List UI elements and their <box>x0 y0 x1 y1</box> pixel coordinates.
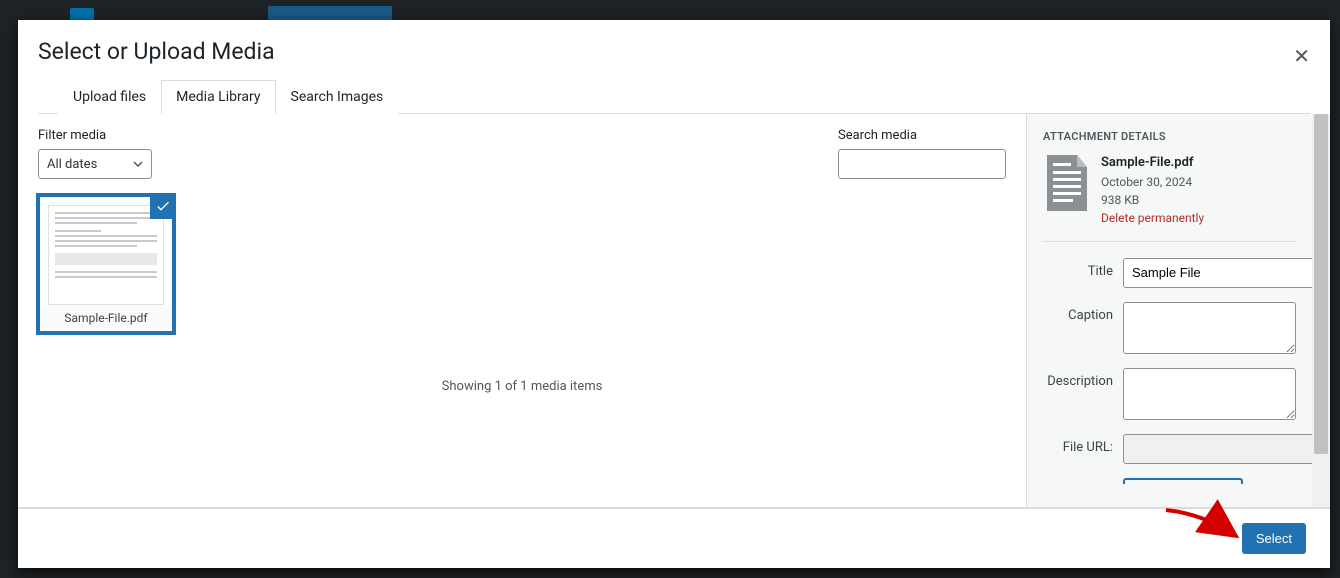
selected-check[interactable] <box>150 193 176 219</box>
scrollbar-thumb[interactable] <box>1314 114 1328 454</box>
input-description[interactable] <box>1123 368 1296 420</box>
search-input[interactable] <box>838 149 1006 179</box>
filters-row: Filter media All dates Search media <box>18 114 1026 179</box>
modal-title: Select or Upload Media <box>38 38 1310 65</box>
filter-media-col: Filter media All dates <box>38 128 152 179</box>
attachment-size: 938 KB <box>1101 191 1204 209</box>
label-caption: Caption <box>1043 302 1113 323</box>
media-item-filename: Sample-File.pdf <box>40 305 172 331</box>
attachment-meta: Sample-File.pdf October 30, 2024 938 KB … <box>1101 153 1204 227</box>
check-icon <box>155 198 171 214</box>
media-modal: Select or Upload Media ✕ Upload files Me… <box>18 20 1330 568</box>
date-filter-select[interactable]: All dates <box>38 149 152 179</box>
select-button[interactable]: Select <box>1242 523 1306 554</box>
tab-upload-files[interactable]: Upload files <box>58 80 161 114</box>
label-title: Title <box>1043 258 1113 279</box>
media-grid: Sample-File.pdf <box>18 179 1026 349</box>
close-button[interactable]: ✕ <box>1293 44 1310 69</box>
input-title[interactable] <box>1123 258 1312 288</box>
tab-media-library[interactable]: Media Library <box>161 80 275 114</box>
row-title: Title <box>1043 258 1296 288</box>
filter-media-label: Filter media <box>38 128 152 143</box>
results-count: Showing 1 of 1 media items <box>18 379 1026 394</box>
modal-body: Filter media All dates Search media <box>18 114 1330 508</box>
annotation-arrow <box>1164 506 1244 550</box>
input-fileurl[interactable] <box>1123 434 1312 464</box>
document-icon <box>1043 153 1091 213</box>
attachment-date: October 30, 2024 <box>1101 173 1204 191</box>
tab-search-images[interactable]: Search Images <box>276 80 399 114</box>
row-fileurl: File URL: <box>1043 434 1296 464</box>
scrollbar-track[interactable] <box>1312 114 1330 507</box>
modal-header: Select or Upload Media ✕ Upload files Me… <box>18 20 1330 114</box>
chevron-down-icon <box>133 159 143 169</box>
delete-permanently-link[interactable]: Delete permanently <box>1101 209 1204 227</box>
attachment-summary: Sample-File.pdf October 30, 2024 938 KB … <box>1043 153 1296 242</box>
attachment-details-sidebar: ATTACHMENT DETAILS Sample-File.pdf Octob… <box>1026 114 1312 507</box>
library-area: Filter media All dates Search media <box>18 114 1026 507</box>
close-icon: ✕ <box>1293 46 1310 68</box>
label-description: Description <box>1043 368 1113 389</box>
attachment-filename: Sample-File.pdf <box>1101 153 1204 173</box>
search-media-label: Search media <box>838 128 1006 143</box>
attachment-details-heading: ATTACHMENT DETAILS <box>1043 130 1296 143</box>
document-preview-icon <box>48 205 164 305</box>
label-fileurl: File URL: <box>1043 434 1113 455</box>
row-description: Description <box>1043 368 1296 420</box>
tabs: Upload files Media Library Search Images <box>38 79 1310 114</box>
attachment-form: Title Caption Description File URL: <box>1043 258 1296 484</box>
input-caption[interactable] <box>1123 302 1296 354</box>
search-col: Search media <box>838 128 1006 179</box>
modal-footer: Select <box>18 508 1330 568</box>
row-caption: Caption <box>1043 302 1296 354</box>
editor-background <box>0 0 1340 22</box>
date-filter-value: All dates <box>47 157 97 172</box>
media-item[interactable]: Sample-File.pdf <box>36 193 176 335</box>
partial-visible-button[interactable] <box>1123 478 1243 484</box>
